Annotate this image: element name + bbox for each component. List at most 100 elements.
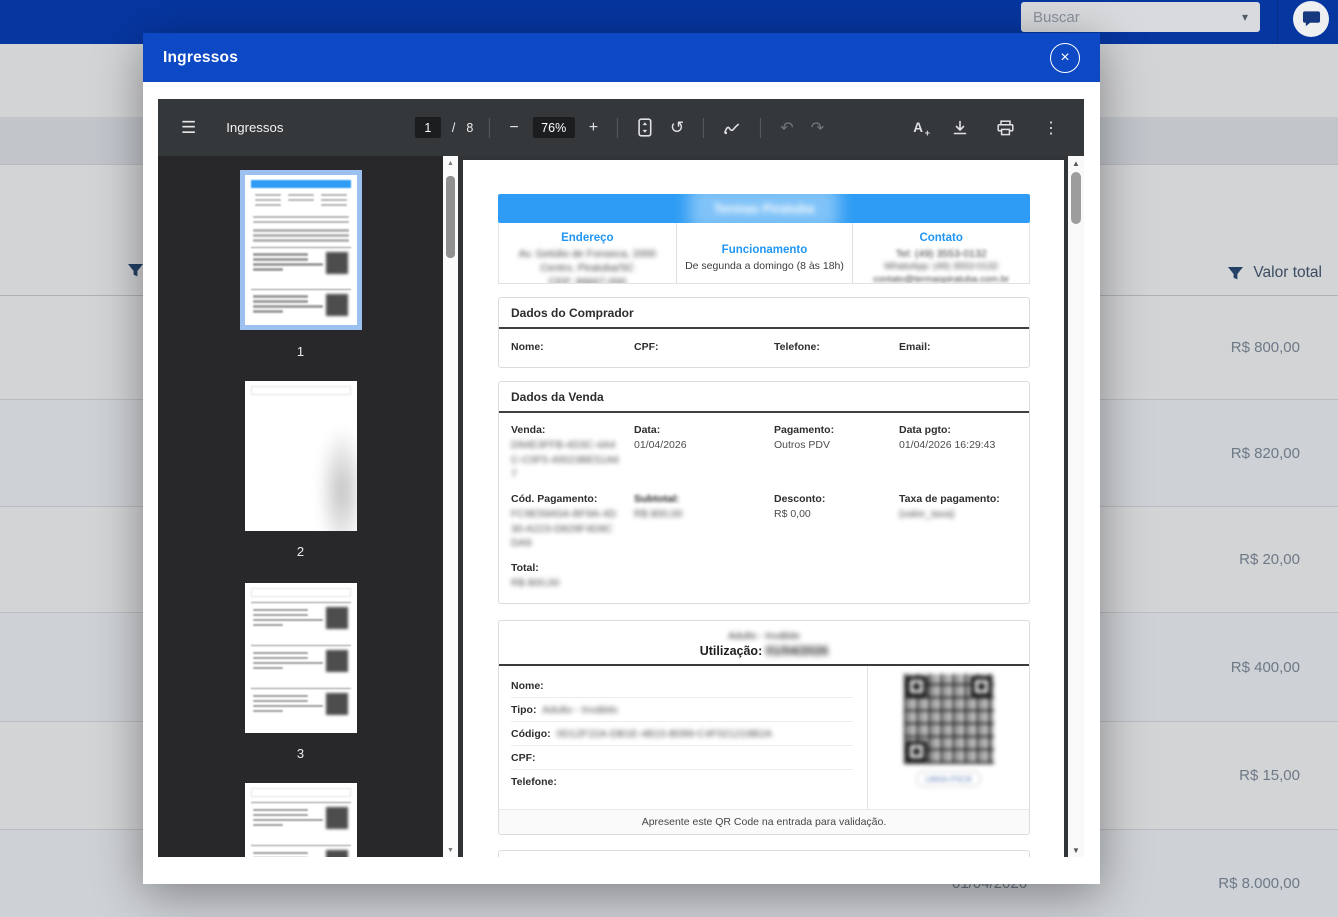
- thumbnail-panel: 1 2: [158, 156, 458, 857]
- payment-code-cell: Cód. Pagamento: FC9E59A5A-BF9A-4D30-A223…: [511, 493, 634, 551]
- hours-heading: Funcionamento: [683, 244, 847, 256]
- more-vertical-icon: ⋮: [1043, 118, 1059, 138]
- scrollbar-thumb[interactable]: [1071, 172, 1081, 224]
- fit-to-page-button[interactable]: [634, 115, 656, 140]
- toolbar-divider: [489, 118, 490, 138]
- scroll-down-icon[interactable]: ▼: [443, 843, 458, 857]
- hours-line: De segunda a domingo (8 às 18h): [683, 259, 847, 273]
- page-number-input[interactable]: 1: [415, 117, 441, 138]
- column-header-label: Valor total: [1253, 264, 1322, 282]
- contact-line: contato@termaspiratuba.com.br: [859, 274, 1023, 283]
- add-text-icon: A +: [913, 120, 923, 135]
- chevron-down-icon: ▾: [1242, 10, 1248, 24]
- ticket-usage-line: Utilização: 01/04/2026: [499, 644, 1029, 658]
- subtotal-label: Subtotal:: [634, 493, 774, 505]
- download-button[interactable]: [949, 117, 971, 139]
- payment-label: Pagamento:: [774, 424, 899, 436]
- add-text-letter: A: [913, 120, 923, 135]
- payment-code-value: FC9E59A5A-BF9A-4D30-A223-D829F4D9CDA9: [511, 507, 619, 551]
- close-icon: ×: [1060, 50, 1069, 66]
- toolbar-divider: [760, 118, 761, 138]
- pdf-toolbar: ☰ Ingressos 1 / 8 − 76% +: [158, 99, 1084, 156]
- thumbnail-page-1[interactable]: [245, 175, 357, 325]
- topbar-divider: [1277, 0, 1278, 44]
- ticket-type-value: Adulto - Inválido: [542, 704, 617, 716]
- chat-button[interactable]: [1293, 1, 1329, 37]
- add-text-annotation-button[interactable]: A +: [910, 117, 926, 138]
- ticket-card: Adulto - Inválido Utilização: 01/04/2026: [498, 850, 1030, 857]
- ticket-code-value: 0D12F22A-DB1E-4B15-B099-C4F021219B2A: [557, 728, 772, 740]
- fee-value: {valor_taxa}: [899, 507, 1007, 522]
- sale-card-title: Dados da Venda: [499, 382, 1029, 411]
- scroll-down-icon[interactable]: ▼: [1068, 843, 1084, 857]
- sale-date-value: 01/04/2026: [634, 438, 742, 453]
- close-button[interactable]: ×: [1050, 43, 1080, 73]
- pdf-page: Termas Piratuba Endereço Av. Getúlio de …: [463, 160, 1064, 857]
- sale-date-cell: Data: 01/04/2026: [634, 424, 774, 482]
- scrollbar-thumb[interactable]: [446, 176, 455, 258]
- pdf-main-view: Termas Piratuba Endereço Av. Getúlio de …: [458, 156, 1084, 857]
- venue-title-banner: Termas Piratuba: [498, 194, 1030, 223]
- buyer-data-card: Dados do Comprador Nome: CPF: Telefone: …: [498, 297, 1030, 368]
- hamburger-icon: ☰: [181, 118, 196, 138]
- thumbnail-number: 3: [158, 746, 443, 761]
- thumbnail-page-3[interactable]: [245, 583, 357, 733]
- thumbnail-scrollbar[interactable]: ▲ ▼: [443, 156, 458, 857]
- toolbar-divider: [703, 118, 704, 138]
- search-placeholder: Buscar: [1033, 9, 1080, 26]
- thumbnail-preview: [245, 788, 357, 857]
- qr-code: [904, 674, 994, 764]
- sale-id-label: Venda:: [511, 424, 634, 436]
- fee-label: Taxa de pagamento:: [899, 493, 1019, 505]
- ticket-code-row: Código: 0D12F22A-DB1E-4B15-B099-C4F02121…: [511, 722, 853, 746]
- screen: Buscar ▾ Valor total R$ 800,00 R$ 820,00…: [0, 0, 1338, 917]
- sale-id-value: D94E3FFB-4D3C-4A4C-C0F5-40023BE51A67: [511, 438, 619, 482]
- thumbnail-page-4[interactable]: [245, 783, 357, 857]
- sidebar-toggle-button[interactable]: ☰: [178, 115, 199, 141]
- thumbnail-number: 2: [158, 544, 443, 559]
- zoom-level-input[interactable]: 76%: [533, 117, 575, 138]
- valor-total-cell: R$ 400,00: [1231, 659, 1300, 676]
- subtotal-value: R$ 800,00: [634, 507, 742, 522]
- column-header-valor-total[interactable]: Valor total: [1227, 250, 1322, 296]
- more-options-button[interactable]: ⋮: [1040, 115, 1062, 141]
- valor-total-cell: R$ 8.000,00: [1218, 875, 1300, 892]
- payment-value: Outros PDV: [774, 438, 882, 453]
- thumbnail-preview: [245, 386, 357, 395]
- redo-button[interactable]: ↷: [808, 115, 827, 141]
- ticket-document: Termas Piratuba Endereço Av. Getúlio de …: [463, 160, 1064, 857]
- rotate-button[interactable]: ↺: [667, 115, 687, 141]
- undo-button[interactable]: ↶: [777, 115, 796, 141]
- total-label: Total:: [511, 562, 634, 574]
- filter-icon[interactable]: [127, 263, 144, 283]
- contact-line: Tel: (49) 3553-0132: [859, 247, 1023, 261]
- pdf-scrollbar[interactable]: ▲ ▼: [1068, 156, 1084, 857]
- pdf-document-title: Ingressos: [226, 120, 283, 135]
- zoom-in-button[interactable]: +: [586, 116, 601, 140]
- scroll-up-icon[interactable]: ▲: [443, 156, 458, 170]
- ticket-phone-label: Telefone:: [511, 776, 557, 788]
- sale-id-cell: Venda: D94E3FFB-4D3C-4A4C-C0F5-40023BE51…: [511, 424, 634, 482]
- thumbnail-preview: [245, 588, 357, 721]
- zoom-out-button[interactable]: −: [506, 116, 521, 140]
- page-separator: /: [452, 121, 455, 135]
- scroll-up-icon[interactable]: ▲: [1068, 156, 1084, 170]
- thumbnail-page-2[interactable]: [245, 381, 357, 531]
- buyer-phone-label: Telefone:: [774, 341, 899, 353]
- contact-heading: Contato: [859, 232, 1023, 244]
- discount-label: Desconto:: [774, 493, 899, 505]
- fit-page-icon: [637, 118, 653, 137]
- print-button[interactable]: [994, 117, 1017, 139]
- qr-panel: U8AA-F5C8: [867, 666, 1029, 809]
- valor-total-cell: R$ 20,00: [1239, 551, 1300, 568]
- ticket-code-label: Código:: [511, 728, 551, 740]
- payment-method-cell: Pagamento: Outros PDV: [774, 424, 899, 482]
- pdf-viewer: ☰ Ingressos 1 / 8 − 76% +: [158, 99, 1084, 857]
- buyer-cpf-label: CPF:: [634, 341, 774, 353]
- venue-title: Termas Piratuba: [714, 201, 815, 216]
- annotate-button[interactable]: [720, 118, 744, 138]
- search-input[interactable]: Buscar ▾: [1021, 2, 1260, 32]
- toolbar-divider: [617, 118, 618, 138]
- chat-icon: [1302, 10, 1321, 28]
- thumbnail-number: 1: [158, 344, 443, 359]
